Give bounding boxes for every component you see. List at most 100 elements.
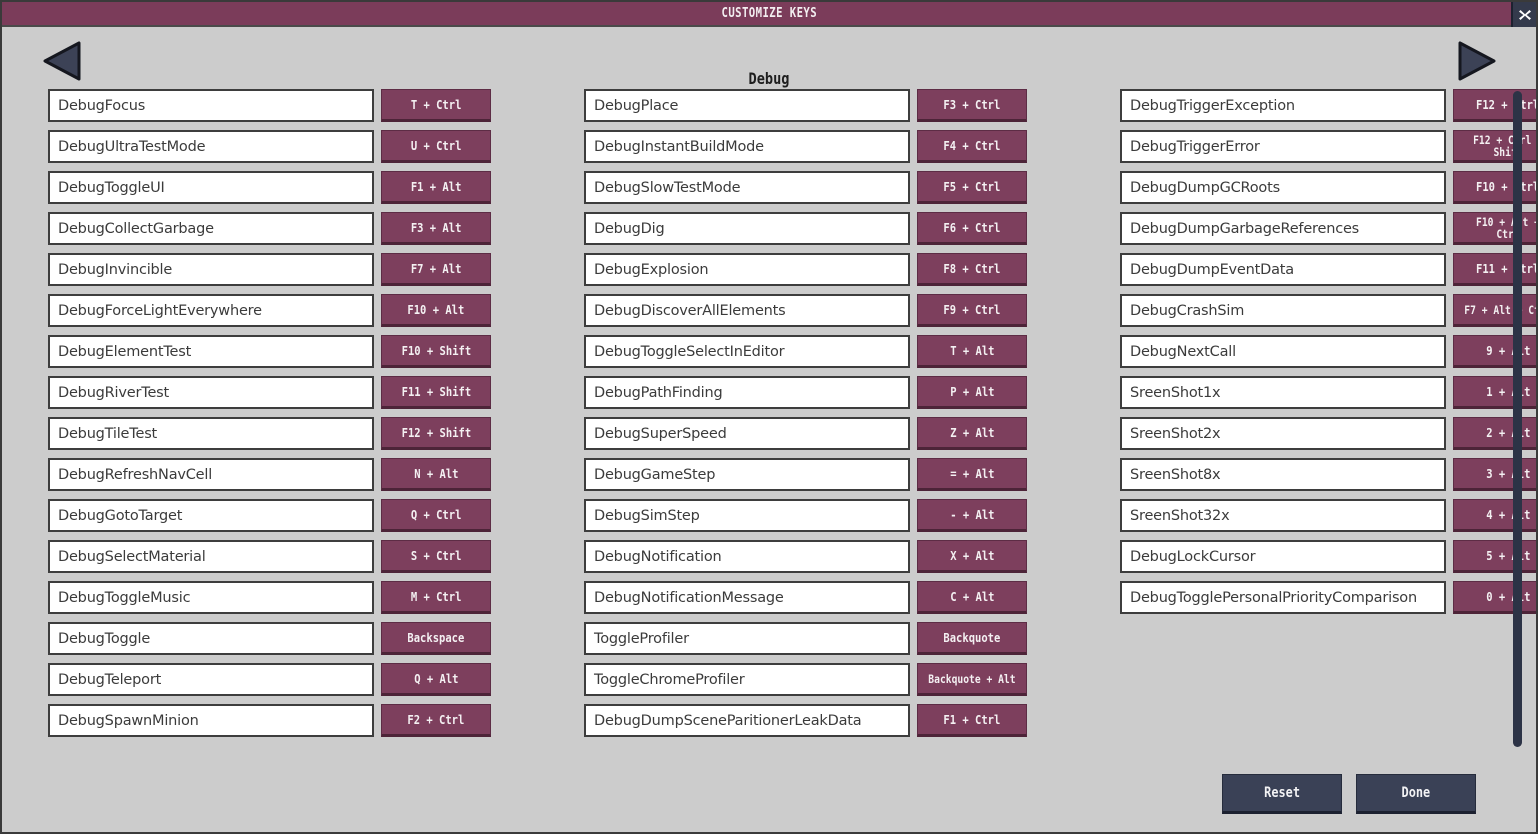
key-binding-button[interactable]: C + Alt <box>917 581 1027 614</box>
key-binding-button[interactable]: Q + Ctrl <box>381 499 491 532</box>
key-binding-button[interactable]: Backquote <box>917 622 1027 655</box>
action-name-field[interactable]: DebugToggleSelectInEditor <box>584 335 910 368</box>
scrollbar-thumb[interactable] <box>1513 91 1522 747</box>
action-name-field[interactable]: DebugNextCall <box>1120 335 1446 368</box>
key-binding-button[interactable]: Z + Alt <box>917 417 1027 450</box>
action-name-field[interactable]: DebugPlace <box>584 89 910 122</box>
action-name-field[interactable]: ToggleProfiler <box>584 622 910 655</box>
action-name-field[interactable]: DebugTileTest <box>48 417 374 450</box>
key-binding-button[interactable]: F9 + Ctrl <box>917 294 1027 327</box>
action-name-field[interactable]: ToggleChromeProfiler <box>584 663 910 696</box>
keybinding-column: DebugPlace F3 + Ctrl DebugInstantBuildMode… <box>584 89 1074 745</box>
key-binding-button[interactable]: F3 + Alt <box>381 212 491 245</box>
action-name-field[interactable]: DebugSelectMaterial <box>48 540 374 573</box>
action-name-field[interactable]: DebugExplosion <box>584 253 910 286</box>
action-name-field[interactable]: DebugSimStep <box>584 499 910 532</box>
key-binding-button[interactable]: F10 + Shift <box>381 335 491 368</box>
action-name-field[interactable]: SreenShot8x <box>1120 458 1446 491</box>
action-name-field[interactable]: DebugUltraTestMode <box>48 130 374 163</box>
key-binding-button[interactable]: F3 + Ctrl <box>917 89 1027 122</box>
action-name-field[interactable]: DebugPathFinding <box>584 376 910 409</box>
action-name-field[interactable]: DebugTriggerException <box>1120 89 1446 122</box>
action-name-field[interactable]: DebugRefreshNavCell <box>48 458 374 491</box>
key-binding-button[interactable]: F1 + Alt <box>381 171 491 204</box>
action-name-field[interactable]: DebugFocus <box>48 89 374 122</box>
action-name-field[interactable]: DebugTeleport <box>48 663 374 696</box>
action-name-field[interactable]: DebugToggle <box>48 622 374 655</box>
action-name-field[interactable]: DebugDumpEventData <box>1120 253 1446 286</box>
action-name-field[interactable]: DebugNotification <box>584 540 910 573</box>
key-binding-button[interactable]: T + Alt <box>917 335 1027 368</box>
key-binding-button[interactable]: F2 + Ctrl <box>381 704 491 737</box>
reset-button[interactable]: Reset <box>1222 774 1342 814</box>
action-name-field[interactable]: DebugDumpSceneParitionerLeakData <box>584 704 910 737</box>
key-binding-button[interactable]: S + Ctrl <box>381 540 491 573</box>
key-binding-button[interactable]: 4 + Alt <box>1453 499 1536 532</box>
close-icon[interactable] <box>1511 2 1536 27</box>
action-name-field[interactable]: DebugLockCursor <box>1120 540 1446 573</box>
action-name-field[interactable]: DebugSlowTestMode <box>584 171 910 204</box>
key-binding-button[interactable]: = + Alt <box>917 458 1027 491</box>
action-name-field[interactable]: SreenShot32x <box>1120 499 1446 532</box>
key-binding-button[interactable]: F10 + Alt + Ctrl <box>1453 212 1536 245</box>
key-binding-button[interactable]: 0 + Alt <box>1453 581 1536 614</box>
key-binding-button[interactable]: M + Ctrl <box>381 581 491 614</box>
action-name-field[interactable]: DebugDumpGarbageReferences <box>1120 212 1446 245</box>
next-page-arrow-icon[interactable] <box>1458 41 1496 81</box>
key-binding-button[interactable]: 3 + Alt <box>1453 458 1536 491</box>
key-binding-button[interactable]: 2 + Alt <box>1453 417 1536 450</box>
action-name-field[interactable]: DebugGameStep <box>584 458 910 491</box>
action-name-field[interactable]: DebugTriggerError <box>1120 130 1446 163</box>
action-name-field[interactable]: DebugToggleUI <box>48 171 374 204</box>
key-binding-button[interactable]: F12 + Shift <box>381 417 491 450</box>
key-binding-button[interactable]: T + Ctrl <box>381 89 491 122</box>
key-binding-button[interactable]: F10 + Alt <box>381 294 491 327</box>
key-binding-button[interactable]: 9 + Alt <box>1453 335 1536 368</box>
action-name-field[interactable]: DebugDumpGCRoots <box>1120 171 1446 204</box>
action-name-field[interactable]: DebugToggleMusic <box>48 581 374 614</box>
action-name-field[interactable]: DebugNotificationMessage <box>584 581 910 614</box>
key-binding-button[interactable]: F6 + Ctrl <box>917 212 1027 245</box>
vertical-scrollbar[interactable] <box>1513 89 1522 749</box>
action-name-field[interactable]: DebugForceLightEverywhere <box>48 294 374 327</box>
action-name-field[interactable]: DebugRiverTest <box>48 376 374 409</box>
action-name-field[interactable]: SreenShot2x <box>1120 417 1446 450</box>
action-name-field[interactable]: DebugInvincible <box>48 253 374 286</box>
key-binding-button[interactable]: N + Alt <box>381 458 491 491</box>
key-binding-button[interactable]: X + Alt <box>917 540 1027 573</box>
key-binding-button[interactable]: F8 + Ctrl <box>917 253 1027 286</box>
keybinding-row: DebugSlowTestMode F5 + Ctrl <box>584 171 1074 204</box>
key-binding-button[interactable]: Backquote + Alt <box>917 663 1027 696</box>
action-name-field[interactable]: DebugSuperSpeed <box>584 417 910 450</box>
key-binding-button[interactable]: F1 + Ctrl <box>917 704 1027 737</box>
key-binding-button[interactable]: U + Ctrl <box>381 130 491 163</box>
key-binding-button[interactable]: - + Alt <box>917 499 1027 532</box>
key-binding-button[interactable]: Q + Alt <box>381 663 491 696</box>
key-binding-button[interactable]: Backspace <box>381 622 491 655</box>
action-name-field[interactable]: DebugInstantBuildMode <box>584 130 910 163</box>
key-binding-button[interactable]: F10 + Ctrl <box>1453 171 1536 204</box>
action-name-field[interactable]: DebugTogglePersonalPriorityComparison <box>1120 581 1446 614</box>
key-binding-button[interactable]: 1 + Alt <box>1453 376 1536 409</box>
prev-page-arrow-icon[interactable] <box>43 41 81 81</box>
action-name-field[interactable]: DebugSpawnMinion <box>48 704 374 737</box>
action-name-field[interactable]: DebugDiscoverAllElements <box>584 294 910 327</box>
action-name-field[interactable]: DebugCollectGarbage <box>48 212 374 245</box>
key-binding-button[interactable]: F4 + Ctrl <box>917 130 1027 163</box>
key-binding-button[interactable]: F12 + Ctrl + Shift <box>1453 130 1536 163</box>
key-binding-button[interactable]: P + Alt <box>917 376 1027 409</box>
key-binding-button[interactable]: F7 + Alt + Ctrl <box>1453 294 1536 327</box>
key-binding-button[interactable]: F12 + Ctrl <box>1453 89 1536 122</box>
key-binding-button[interactable]: F7 + Alt <box>381 253 491 286</box>
reset-button-label: Reset <box>1264 785 1300 801</box>
done-button[interactable]: Done <box>1356 774 1476 814</box>
action-name-field[interactable]: SreenShot1x <box>1120 376 1446 409</box>
key-binding-button[interactable]: F11 + Ctrl <box>1453 253 1536 286</box>
key-binding-button[interactable]: F5 + Ctrl <box>917 171 1027 204</box>
action-name-field[interactable]: DebugGotoTarget <box>48 499 374 532</box>
action-name-field[interactable]: DebugDig <box>584 212 910 245</box>
key-binding-button[interactable]: F11 + Shift <box>381 376 491 409</box>
action-name-field[interactable]: DebugCrashSim <box>1120 294 1446 327</box>
key-binding-button[interactable]: 5 + Alt <box>1453 540 1536 573</box>
action-name-field[interactable]: DebugElementTest <box>48 335 374 368</box>
